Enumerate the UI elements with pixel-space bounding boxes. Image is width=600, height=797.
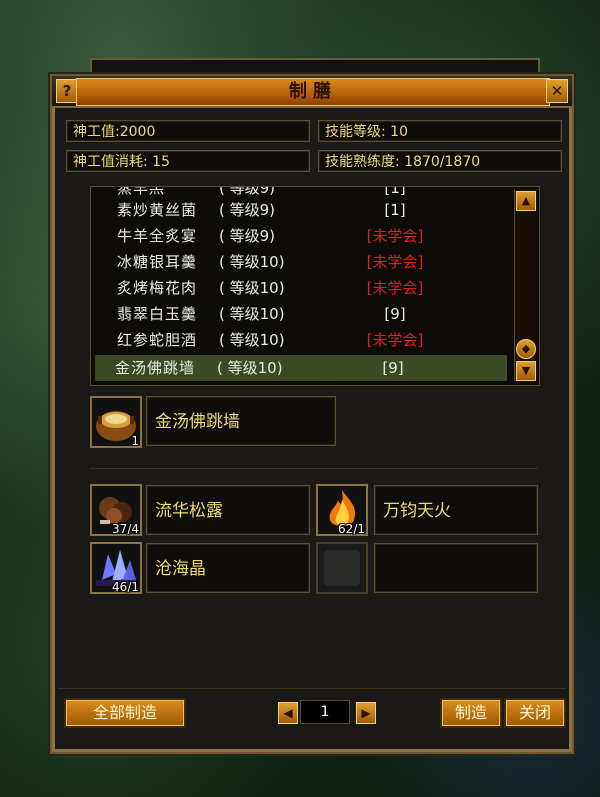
list-item[interactable]: 素炒黄丝菌 ( 等级9) [1] [97, 197, 509, 223]
material-quantity: 46/1 [112, 580, 139, 594]
recipe-level: ( 等级10) [219, 279, 285, 297]
recipe-status: [9] [384, 305, 406, 323]
recipe-name: 素炒黄丝菌 [117, 201, 198, 219]
recipe-level: ( 等级10) [219, 253, 285, 271]
material-quantity: 37/4 [112, 522, 139, 536]
diamond-icon: ◆ [521, 342, 531, 355]
recipe-name: 冰糖银耳羹 [117, 253, 198, 271]
list-item[interactable]: 翡翠白玉羹 ( 等级10) [9] [97, 301, 509, 327]
window-top-ornament [90, 58, 540, 74]
title-bar[interactable]: ? 制膳 ✕ [52, 76, 572, 108]
recipe-status: [9] [382, 359, 404, 377]
material-slot-3[interactable]: 46/1 [90, 542, 142, 594]
recipe-name: 牛羊全炙宴 [117, 227, 198, 245]
result-item-slot[interactable]: 1 [90, 396, 142, 448]
recipe-name: 红参蛇胆酒 [117, 331, 198, 349]
stat-shengong-value: 神工值:2000 [66, 120, 310, 142]
list-item[interactable]: 牛羊全炙宴 ( 等级9) [未学会] [97, 223, 509, 249]
list-item[interactable]: 炙烤梅花肉 ( 等级10) [未学会] [97, 275, 509, 301]
recipe-list[interactable]: 蒸羊羔 ( 等级9) [1] 素炒黄丝菌 ( 等级9) [1] 牛羊全炙宴 ( … [90, 186, 540, 386]
material-slot-1[interactable]: 37/4 [90, 484, 142, 536]
close-icon: ✕ [550, 82, 564, 100]
page-next-button[interactable]: ▶ [356, 702, 376, 724]
close-window-button[interactable]: ✕ [546, 79, 568, 103]
recipe-status: [未学会] [366, 331, 424, 349]
recipe-name: 金汤佛跳墙 [115, 359, 196, 377]
recipe-level: ( 等级10) [217, 359, 283, 377]
help-button[interactable]: ? [56, 79, 78, 103]
recipe-status: [未学会] [366, 253, 424, 271]
stat-skill-proficiency: 技能熟练度: 1870/1870 [318, 150, 562, 172]
cooking-window: ? 制膳 ✕ 神工值:2000 技能等级: 10 神工值消耗: 15 技能熟练度… [50, 74, 574, 754]
material-slot-2[interactable]: 62/1 [316, 484, 368, 536]
window-title: 制膳 [76, 78, 550, 106]
page-number: 1 [300, 700, 350, 724]
scroll-down-button[interactable]: ▼ [516, 361, 536, 381]
craft-all-button[interactable]: 全部制造 [66, 700, 184, 726]
list-item[interactable]: 冰糖银耳羹 ( 等级10) [未学会] [97, 249, 509, 275]
recipe-status: [未学会] [366, 227, 424, 245]
chevron-up-icon: ▲ [521, 194, 531, 207]
help-icon: ? [62, 82, 72, 100]
material-slot-4-empty[interactable] [316, 542, 368, 594]
stat-skill-level: 技能等级: 10 [318, 120, 562, 142]
close-button[interactable]: 关闭 [506, 700, 564, 726]
empty-slot-icon [324, 550, 360, 586]
recipe-status: [1] [384, 201, 406, 219]
recipe-level: ( 等级9) [219, 201, 276, 219]
result-item-name: 金汤佛跳墙 [146, 396, 336, 446]
recipe-level: ( 等级10) [219, 305, 285, 323]
page-prev-button[interactable]: ◀ [278, 702, 298, 724]
scroll-up-button[interactable]: ▲ [516, 191, 536, 211]
material-name-empty [374, 543, 538, 593]
material-name: 流华松露 [146, 485, 310, 535]
recipe-level: ( 等级10) [219, 331, 285, 349]
recipe-list-scrollbar[interactable]: ▲ ◆ ▼ [514, 189, 537, 381]
stat-shengong-cost: 神工值消耗: 15 [66, 150, 310, 172]
recipe-name: 翡翠白玉羹 [117, 305, 198, 323]
material-name: 沧海晶 [146, 543, 310, 593]
material-quantity: 62/1 [338, 522, 365, 536]
list-item-selected[interactable]: 金汤佛跳墙 ( 等级10) [9] [95, 355, 507, 381]
scroll-thumb[interactable]: ◆ [516, 339, 536, 359]
recipe-name: 炙烤梅花肉 [117, 279, 198, 297]
craft-button[interactable]: 制造 [442, 700, 500, 726]
recipe-status: [未学会] [366, 279, 424, 297]
chevron-left-icon: ◀ [283, 706, 293, 720]
recipe-level: ( 等级9) [219, 227, 276, 245]
result-quantity: 1 [131, 434, 139, 448]
list-item[interactable]: 红参蛇胆酒 ( 等级10) [未学会] [97, 327, 509, 353]
material-name: 万钧天火 [374, 485, 538, 535]
divider [58, 688, 566, 689]
chevron-right-icon: ▶ [361, 706, 371, 720]
chevron-down-icon: ▼ [521, 364, 531, 377]
divider [90, 468, 538, 469]
